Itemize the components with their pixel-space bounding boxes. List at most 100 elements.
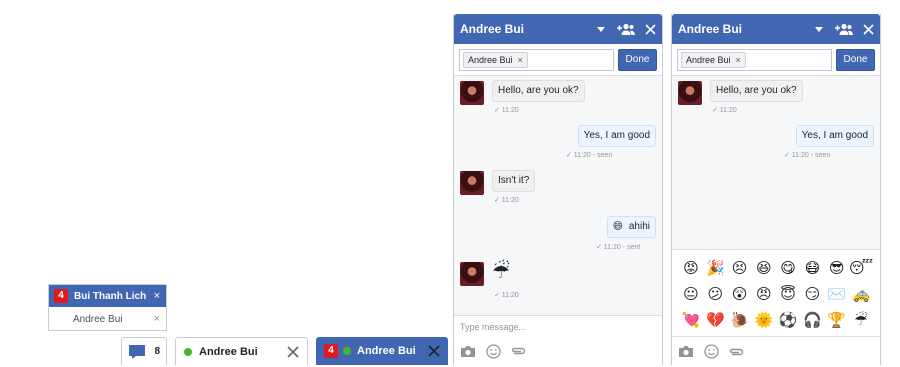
avatar[interactable]	[678, 81, 702, 105]
camera-icon[interactable]	[678, 345, 694, 358]
unread-badge: 4	[324, 344, 338, 358]
done-button[interactable]: Done	[618, 48, 657, 71]
recipient-token[interactable]: Andree Bui ×	[681, 51, 746, 68]
emoji-option[interactable]: 😎	[825, 260, 849, 278]
emoji-option[interactable]: 😇	[776, 286, 800, 304]
emoji-option[interactable]: ☔	[849, 312, 873, 330]
emoji-option[interactable]: 😷	[800, 260, 824, 278]
chat-window-2: Andree Bui Andree Bui × Done Hello, are …	[671, 14, 881, 366]
message-thread[interactable]: Hello, are you ok? ✓ 11:20 Yes, I am goo…	[672, 76, 880, 249]
overflow-item-andree-bui[interactable]: Andree Bui ×	[49, 307, 166, 331]
online-status-icon	[343, 347, 351, 355]
message-thread[interactable]: Hello, are you ok? ✓ 11:20 Yes, I am goo…	[454, 76, 662, 315]
chat-tab-andree-bui-active[interactable]: 4 Andree Bui	[316, 337, 448, 365]
message-bubble: Hello, are you ok?	[492, 80, 585, 102]
emoji-option[interactable]: 😡	[679, 260, 703, 278]
chat-window-1: Andree Bui Andree Bui × Done Hello, are …	[453, 14, 663, 367]
recipient-row: Andree Bui × Done	[454, 44, 662, 76]
unread-badge: 4	[54, 289, 68, 303]
close-icon[interactable]	[428, 345, 440, 357]
emoji-option[interactable]: 💘	[679, 312, 703, 330]
recipient-token-label: Andree Bui	[468, 54, 513, 65]
close-icon[interactable]	[863, 23, 874, 35]
message-status: ✓ 11:20 - seen	[566, 152, 613, 159]
emoji-option[interactable]: 😋	[776, 260, 800, 278]
chat-title: Andree Bui	[678, 22, 743, 36]
chat-count: 8	[154, 346, 160, 357]
chat-tab-label: Andree Bui	[357, 345, 416, 357]
message-status: ✓ 11:20	[494, 292, 519, 299]
emoji-option[interactable]: 🐌	[728, 312, 752, 330]
emoji-picker: 😡 🎉 😣 😆 😋 😷 😎 😴 😐 😕 😲 😠 😇 😏 ✉️ 🚕 💘 💔 🐌 🌞 ⚽ 🎧 🏆 ☔	[672, 249, 880, 336]
close-icon[interactable]	[645, 23, 656, 35]
emoji-option[interactable]: 🎉	[703, 260, 727, 278]
message-status: ✓ 11:20	[494, 107, 519, 114]
emoji-option[interactable]: 😐	[679, 286, 703, 304]
chat-tab-andree-bui[interactable]: Andree Bui	[175, 337, 308, 365]
emoji-option[interactable]: 😆	[752, 260, 776, 278]
recipient-row: Andree Bui × Done	[672, 44, 880, 76]
emoji-option[interactable]: 😏	[800, 286, 824, 304]
message-status: ✓ 11:20 - seen	[784, 152, 831, 159]
avatar[interactable]	[460, 262, 484, 286]
add-people-icon[interactable]	[833, 23, 853, 35]
composer: Type message...	[454, 315, 662, 367]
emoji-option[interactable]: 🌞	[752, 312, 776, 330]
chat-header[interactable]: Andree Bui	[672, 14, 880, 44]
message-bubble: Yes, I am good	[577, 125, 656, 147]
emoji-option[interactable]: 🏆	[825, 312, 849, 330]
chevron-down-icon[interactable]	[597, 26, 605, 32]
chat-count-tab[interactable]: 8	[121, 337, 167, 365]
overflow-item-label: Bui Thanh Lich	[74, 290, 147, 302]
overflow-chat-list: 4 Bui Thanh Lich × Andree Bui ×	[48, 284, 167, 331]
avatar[interactable]	[460, 81, 484, 105]
recipient-token[interactable]: Andree Bui ×	[463, 51, 528, 68]
message-input[interactable]: Type message...	[454, 316, 662, 338]
chat-header[interactable]: Andree Bui	[454, 14, 662, 44]
emoji-option[interactable]: 😕	[703, 286, 727, 304]
emoji-option[interactable]: 🎧	[800, 312, 824, 330]
emoji-option[interactable]: 😠	[752, 286, 776, 304]
chevron-down-icon[interactable]	[815, 26, 823, 32]
online-status-icon	[184, 347, 192, 356]
message-bubble: 😄 ahihi	[606, 216, 656, 238]
composer-toolbar	[454, 338, 662, 364]
remove-token-icon[interactable]: ×	[736, 53, 741, 67]
close-icon[interactable]: ×	[154, 313, 160, 325]
message-bubble: Yes, I am good	[795, 125, 874, 147]
emoji-option[interactable]: 😣	[728, 260, 752, 278]
close-icon[interactable]: ×	[154, 290, 160, 302]
message-status: ✓ 11:20	[494, 197, 519, 204]
recipient-input[interactable]: Andree Bui ×	[459, 48, 614, 71]
add-people-icon[interactable]	[615, 23, 635, 35]
overflow-item-label: Andree Bui	[73, 313, 123, 325]
composer-toolbar	[672, 336, 880, 366]
message-status: ✓ 11:20 - sent	[596, 244, 641, 251]
emoji-option[interactable]: 🚕	[849, 286, 873, 304]
chat-bubble-icon	[129, 344, 145, 359]
message-bubble: Hello, are you ok?	[710, 80, 803, 102]
emoji-option[interactable]: 💔	[703, 312, 727, 330]
avatar[interactable]	[460, 171, 484, 195]
emoji-grid: 😡 🎉 😣 😆 😋 😷 😎 😴 😐 😕 😲 😠 😇 😏 ✉️ 🚕 💘 💔 🐌 🌞 ⚽ 🎧 🏆 ☔	[672, 260, 880, 330]
emoji-option[interactable]: 😲	[728, 286, 752, 304]
chat-title: Andree Bui	[460, 22, 525, 36]
recipient-input[interactable]: Andree Bui ×	[677, 48, 832, 71]
recipient-token-label: Andree Bui	[686, 54, 731, 65]
done-button[interactable]: Done	[836, 48, 875, 71]
emoji-option[interactable]: 😴	[849, 260, 873, 278]
close-icon[interactable]	[287, 345, 299, 358]
emoji-option[interactable]: ⚽	[776, 312, 800, 330]
attachment-icon[interactable]	[728, 346, 744, 358]
message-status: ✓ 11:20	[712, 107, 737, 114]
message-text: ahihi	[628, 221, 650, 232]
emoji-option[interactable]: ✉️	[825, 286, 849, 304]
emoji-icon[interactable]	[486, 343, 501, 359]
emoji-icon[interactable]	[704, 344, 719, 359]
attachment-icon[interactable]	[510, 345, 526, 357]
umbrella-emoji: ☔	[492, 261, 510, 283]
chat-tab-label: Andree Bui	[199, 345, 258, 358]
remove-token-icon[interactable]: ×	[518, 53, 523, 67]
overflow-item-bui-thanh-lich[interactable]: 4 Bui Thanh Lich ×	[49, 285, 166, 307]
camera-icon[interactable]	[460, 345, 476, 358]
